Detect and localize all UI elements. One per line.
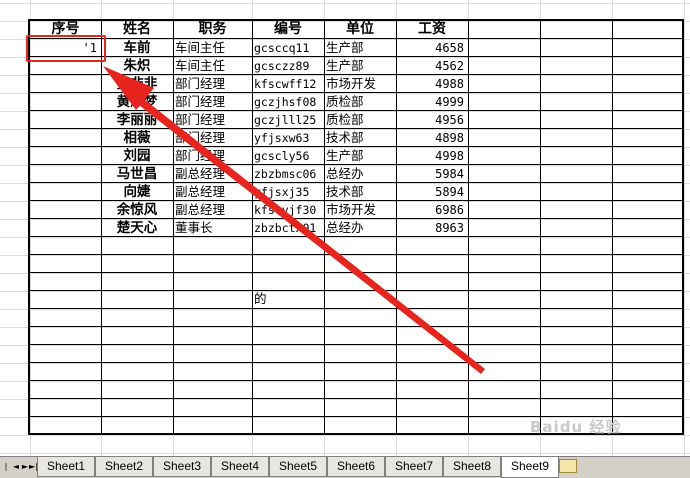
extra-text-cell[interactable]: 的 (252, 290, 324, 308)
spreadsheet-grid[interactable]: 序号 姓名 职务 编号 单位 工资 '1 车前 车间主任 gcsccq11 生产部 465… (0, 0, 690, 456)
title-cell[interactable]: 部门经理 (173, 147, 252, 165)
salary-cell[interactable]: 5894 (396, 183, 468, 201)
title-cell[interactable]: 部门经理 (173, 129, 252, 147)
code-cell[interactable]: gcscly56 (252, 147, 324, 165)
insert-sheet-icon[interactable] (559, 459, 577, 473)
unit-cell[interactable]: 市场开发 (324, 75, 396, 93)
title-cell[interactable]: 董事长 (173, 219, 252, 237)
code-cell[interactable]: yfjsxj35 (252, 183, 324, 201)
selected-cell-highlight (26, 35, 106, 62)
header-unit[interactable]: 单位 (324, 20, 396, 38)
code-cell[interactable]: gczjhsf08 (252, 93, 324, 111)
sheet-tab-5[interactable]: Sheet5 (269, 457, 327, 477)
code-cell[interactable]: gcsczz89 (252, 57, 324, 75)
unit-cell[interactable]: 技术部 (324, 129, 396, 147)
unit-cell[interactable]: 市场开发 (324, 201, 396, 219)
name-cell[interactable]: 刘园 (101, 147, 173, 165)
code-cell[interactable]: zbzbmsc06 (252, 165, 324, 183)
seq-cell[interactable] (30, 75, 101, 93)
unit-cell[interactable]: 总经办 (324, 219, 396, 237)
sheet-tab-7[interactable]: Sheet7 (385, 457, 443, 477)
title-cell[interactable]: 副总经理 (173, 183, 252, 201)
name-cell[interactable]: 车前 (101, 39, 173, 57)
code-cell[interactable]: kfscyjf30 (252, 201, 324, 219)
code-cell[interactable]: zbzbctx01 (252, 219, 324, 237)
salary-cell[interactable]: 6986 (396, 201, 468, 219)
salary-cell[interactable]: 4898 (396, 129, 468, 147)
unit-cell[interactable]: 生产部 (324, 39, 396, 57)
title-cell[interactable]: 车间主任 (173, 57, 252, 75)
header-title[interactable]: 职务 (173, 20, 252, 38)
name-cell[interactable]: 黄淑梦 (101, 93, 173, 111)
salary-cell[interactable]: 4658 (396, 39, 468, 57)
unit-cell[interactable]: 生产部 (324, 57, 396, 75)
title-cell[interactable]: 副总经理 (173, 165, 252, 183)
salary-cell[interactable]: 8963 (396, 219, 468, 237)
seq-cell[interactable] (30, 201, 101, 219)
name-cell[interactable]: 吴非非 (101, 75, 173, 93)
name-cell[interactable]: 李丽丽 (101, 111, 173, 129)
code-cell[interactable]: gcsccq11 (252, 39, 324, 57)
last-sheet-icon[interactable]: ►| (29, 460, 38, 474)
seq-cell[interactable] (30, 111, 101, 129)
salary-cell[interactable]: 4999 (396, 93, 468, 111)
unit-cell[interactable]: 技术部 (324, 183, 396, 201)
sheet-tab-9[interactable]: Sheet9 (501, 457, 559, 478)
title-cell[interactable]: 车间主任 (173, 39, 252, 57)
sheet-tab-6[interactable]: Sheet6 (327, 457, 385, 477)
code-cell[interactable]: kfscwff12 (252, 75, 324, 93)
unit-cell[interactable]: 质检部 (324, 93, 396, 111)
name-cell[interactable]: 马世昌 (101, 165, 173, 183)
prev-sheet-icon[interactable]: ◄ (12, 460, 20, 474)
title-cell[interactable]: 副总经理 (173, 201, 252, 219)
sheet-tab-3[interactable]: Sheet3 (153, 457, 211, 477)
code-cell[interactable]: yfjsxw63 (252, 129, 324, 147)
name-cell[interactable]: 向婕 (101, 183, 173, 201)
title-cell[interactable]: 部门经理 (173, 111, 252, 129)
unit-cell[interactable]: 总经办 (324, 165, 396, 183)
unit-cell[interactable]: 质检部 (324, 111, 396, 129)
seq-cell[interactable] (30, 129, 101, 147)
name-cell[interactable]: 楚天心 (101, 219, 173, 237)
next-sheet-icon[interactable]: ► (21, 460, 29, 474)
header-name[interactable]: 姓名 (101, 20, 173, 38)
salary-cell[interactable]: 5984 (396, 165, 468, 183)
title-cell[interactable]: 部门经理 (173, 93, 252, 111)
seq-cell[interactable] (30, 183, 101, 201)
salary-cell[interactable]: 4998 (396, 147, 468, 165)
title-cell[interactable]: 部门经理 (173, 75, 252, 93)
seq-cell[interactable] (30, 219, 101, 237)
first-sheet-icon[interactable]: |◄ (2, 460, 10, 478)
seq-cell[interactable] (30, 147, 101, 165)
salary-cell[interactable]: 4956 (396, 111, 468, 129)
salary-cell[interactable]: 4562 (396, 57, 468, 75)
header-code[interactable]: 编号 (252, 20, 324, 38)
name-cell[interactable]: 朱炽 (101, 57, 173, 75)
name-cell[interactable]: 余惊风 (101, 201, 173, 219)
code-cell[interactable]: gczjlll25 (252, 111, 324, 129)
header-salary[interactable]: 工资 (396, 20, 468, 38)
seq-cell[interactable] (30, 93, 101, 111)
sheet-tab-4[interactable]: Sheet4 (211, 457, 269, 477)
sheet-tab-8[interactable]: Sheet8 (443, 457, 501, 477)
sheet-tab-bar: |◄ ◄ ► ►| Sheet1Sheet2Sheet3Sheet4Sheet5… (0, 456, 690, 478)
unit-cell[interactable]: 生产部 (324, 147, 396, 165)
seq-cell[interactable] (30, 165, 101, 183)
baidu-watermark: Baidu 经验 (530, 418, 622, 436)
name-cell[interactable]: 相薇 (101, 129, 173, 147)
sheet-tab-2[interactable]: Sheet2 (95, 457, 153, 477)
salary-cell[interactable]: 4988 (396, 75, 468, 93)
sheet-tab-1[interactable]: Sheet1 (37, 457, 95, 477)
